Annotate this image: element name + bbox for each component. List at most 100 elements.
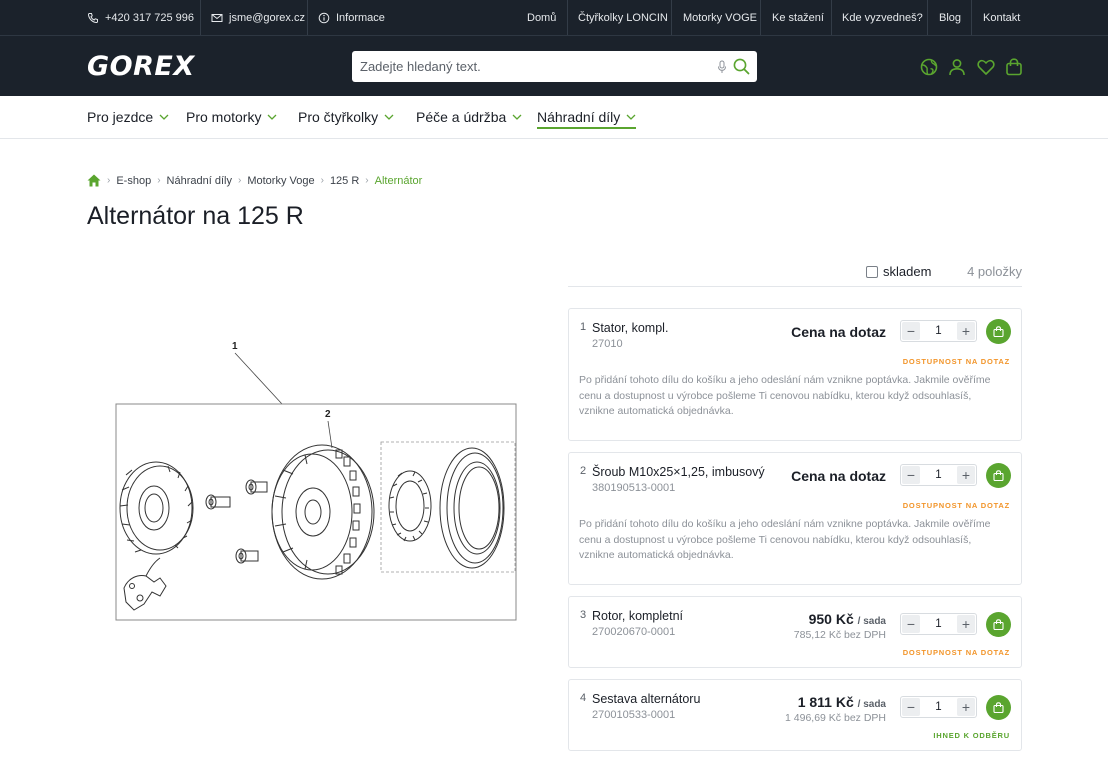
rotor-drawing: [271, 444, 375, 580]
increase-button[interactable]: +: [957, 615, 975, 633]
decrease-button[interactable]: −: [902, 615, 920, 633]
breadcrumb-separator: ›: [107, 175, 111, 186]
toplink-blog-label: Blog: [939, 11, 962, 24]
cover-drawing: [439, 447, 505, 569]
availability-badge: IHNED K ODBĚRU: [933, 731, 1010, 740]
globe-icon[interactable]: [920, 58, 938, 76]
nav-item-label: Pro čtyřkolky: [298, 109, 379, 125]
breadcrumb-voge[interactable]: Motorky Voge: [247, 175, 314, 187]
toplink-home-label: Domů: [527, 11, 557, 24]
breadcrumb-model[interactable]: 125 R: [330, 175, 359, 187]
part-code: 27010: [592, 338, 623, 350]
chevron-down-icon: [268, 114, 277, 120]
item-count: 4 položky: [967, 264, 1022, 279]
toplink-contact-label: Kontakt: [983, 11, 1021, 24]
diagram-callout-2: 2: [325, 409, 331, 420]
part-price: 1 811 Kč / sada: [798, 694, 886, 710]
part-name[interactable]: Sestava alternátoru: [592, 692, 700, 706]
nav-item-riders[interactable]: Pro jezdce: [87, 109, 169, 125]
shopping-bag-icon[interactable]: [1005, 58, 1023, 76]
part-name[interactable]: Šroub M10x25×1,25, imbusový: [592, 465, 765, 479]
price-value: 1 811 Kč: [797, 694, 854, 710]
add-to-cart-button[interactable]: [986, 612, 1011, 637]
part-name[interactable]: Stator, kompl.: [592, 321, 668, 335]
toplink-contact[interactable]: Kontakt: [983, 0, 1020, 35]
availability-badge: DOSTUPNOST NA DOTAZ: [902, 648, 1010, 657]
phone-icon: [87, 12, 98, 23]
toplink-home[interactable]: Domů: [527, 0, 556, 35]
breadcrumb-eshop[interactable]: E-shop: [116, 175, 151, 187]
nav-item-atv[interactable]: Pro čtyřkolky: [298, 109, 394, 125]
in-stock-filter[interactable]: skladem: [866, 264, 931, 279]
chevron-down-icon: [384, 114, 394, 120]
part-code: 270020670-0001: [592, 626, 676, 638]
quantity-value[interactable]: 1: [935, 325, 941, 337]
microphone-icon[interactable]: [717, 60, 727, 74]
part-card: 4 Sestava alternátoru 270010533-0001 1 8…: [568, 679, 1022, 751]
part-note: Po přidání tohoto dílu do košíku a jeho …: [579, 374, 991, 417]
toplink-pickup-label: Kde vyzvedneš?: [842, 11, 923, 24]
quantity-value[interactable]: 1: [935, 618, 941, 630]
diagram-callout-1: 1: [232, 341, 238, 352]
part-code: 380190513-0001: [592, 482, 676, 494]
bolt-drawings: [205, 479, 268, 564]
in-stock-checkbox[interactable]: [866, 265, 878, 278]
price-without-vat: 1 496,69 Kč bez DPH: [785, 712, 886, 724]
part-card: 3 Rotor, kompletní 270020670-0001 950 Kč…: [568, 596, 1022, 668]
increase-button[interactable]: +: [957, 466, 975, 484]
part-code: 270010533-0001: [592, 709, 676, 721]
nav-item-care[interactable]: Péče a údržba: [416, 109, 522, 125]
availability-badge: DOSTUPNOST NA DOTAZ: [902, 357, 1010, 366]
shopping-bag-icon: [993, 619, 1004, 630]
search-box: [352, 51, 757, 82]
quantity-value[interactable]: 1: [935, 469, 941, 481]
nav-item-spare-parts[interactable]: Náhradní díly: [537, 109, 637, 129]
part-number: 3: [580, 609, 587, 621]
part-card: 1 Stator, kompl. 27010 Cena na dotaz − 1…: [568, 308, 1022, 441]
toplink-downloads-label: Ke stažení: [772, 11, 824, 24]
toplink-downloads[interactable]: Ke stažení: [772, 0, 824, 35]
add-to-cart-button[interactable]: [986, 695, 1011, 720]
toplink-pickup[interactable]: Kde vyzvedneš?: [842, 0, 923, 35]
breadcrumb-separator: ›: [320, 175, 324, 186]
part-name[interactable]: Rotor, kompletní: [592, 609, 683, 623]
phone-number: +420 317 725 996: [105, 11, 195, 24]
search-icon[interactable]: [733, 58, 750, 75]
decrease-button[interactable]: −: [902, 698, 920, 716]
info-label: Informace: [336, 11, 385, 24]
quantity-value[interactable]: 1: [935, 701, 941, 713]
toplink-loncin-label: Čtyřkolky LONCIN: [578, 11, 668, 24]
home-icon[interactable]: [87, 174, 101, 187]
part-price: 950 Kč / sada: [809, 611, 886, 627]
decrease-button[interactable]: −: [902, 466, 920, 484]
heart-icon[interactable]: [977, 58, 995, 76]
email-link[interactable]: jsme@gorex.cz: [211, 0, 305, 35]
availability-badge: DOSTUPNOST NA DOTAZ: [902, 501, 1010, 510]
quantity-stepper: − 1 +: [900, 613, 977, 635]
breadcrumb-spare-parts[interactable]: Náhradní díly: [167, 175, 232, 187]
breadcrumb: › E-shop › Náhradní díly › Motorky Voge …: [87, 174, 422, 187]
nav-item-label: Pro motorky: [186, 109, 262, 125]
quantity-stepper: − 1 +: [900, 464, 977, 486]
nav-item-motorcycles[interactable]: Pro motorky: [186, 109, 277, 125]
logo[interactable]: GOREX: [87, 51, 195, 82]
add-to-cart-button[interactable]: [986, 463, 1011, 488]
info-link[interactable]: Informace: [318, 0, 385, 35]
user-icon[interactable]: [948, 58, 966, 76]
increase-button[interactable]: +: [957, 698, 975, 716]
toplink-voge[interactable]: Motorky VOGE: [683, 0, 757, 35]
add-to-cart-button[interactable]: [986, 319, 1011, 344]
quantity-stepper: − 1 +: [900, 320, 977, 342]
breadcrumb-current: Alternátor: [374, 174, 423, 187]
search-input[interactable]: [360, 59, 710, 74]
toplink-loncin[interactable]: Čtyřkolky LONCIN: [578, 0, 668, 35]
price-without-vat: 785,12 Kč bez DPH: [793, 629, 886, 641]
nav-item-label: Péče a údržba: [416, 109, 507, 125]
part-price: Cena na dotaz: [791, 468, 886, 484]
decrease-button[interactable]: −: [902, 322, 920, 340]
increase-button[interactable]: +: [957, 322, 975, 340]
phone-link[interactable]: +420 317 725 996: [87, 0, 194, 35]
toplink-blog[interactable]: Blog: [939, 0, 961, 35]
part-price: Cena na dotaz: [791, 324, 886, 340]
toplink-voge-label: Motorky VOGE: [683, 11, 757, 24]
